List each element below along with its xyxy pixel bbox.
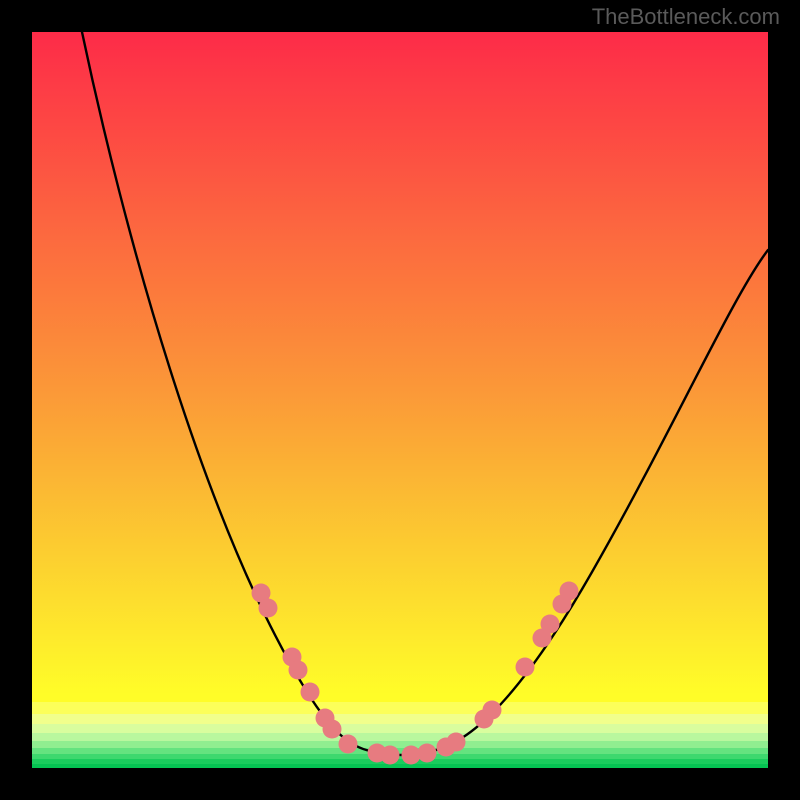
- data-point: [323, 720, 342, 739]
- data-point: [402, 746, 421, 765]
- data-point: [418, 744, 437, 763]
- data-point: [339, 735, 358, 754]
- data-point: [259, 599, 278, 618]
- data-point: [541, 615, 560, 634]
- data-point: [516, 658, 535, 677]
- plot-area: [32, 32, 768, 768]
- data-point: [447, 733, 466, 752]
- data-point: [301, 683, 320, 702]
- data-point: [483, 701, 502, 720]
- curve-right-branch: [427, 250, 768, 752]
- data-point: [381, 746, 400, 765]
- data-point: [289, 661, 308, 680]
- data-point: [560, 582, 579, 601]
- curve-left-branch: [82, 32, 377, 752]
- bottleneck-curve-chart: [32, 32, 768, 768]
- watermark-text: TheBottleneck.com: [592, 4, 780, 30]
